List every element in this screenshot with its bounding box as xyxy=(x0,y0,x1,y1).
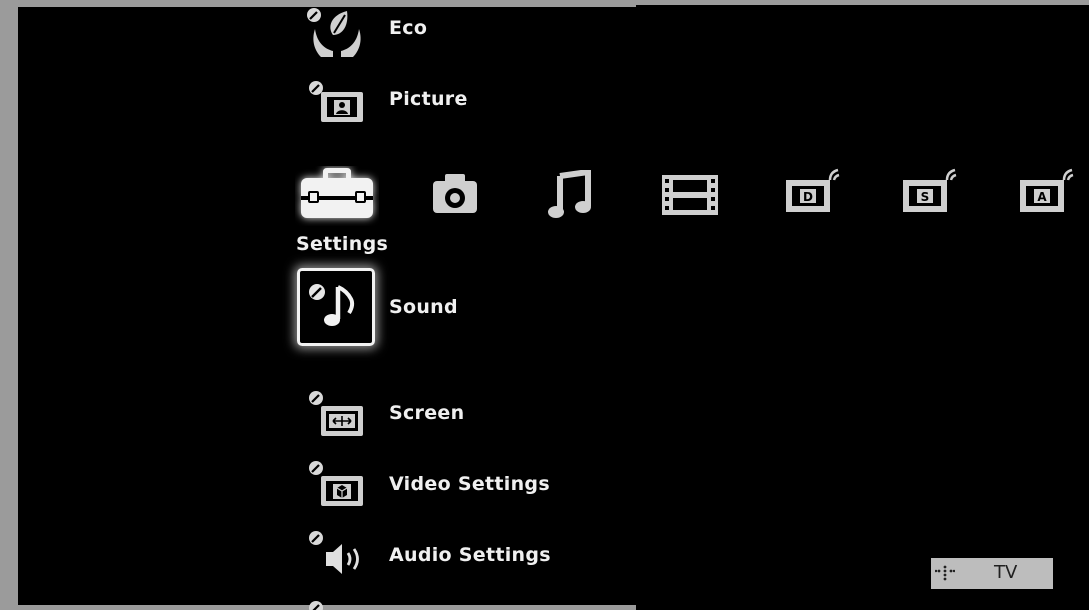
toolbox-icon[interactable] xyxy=(295,166,379,226)
category-settings-label: Settings xyxy=(296,233,389,255)
menu-item-video-settings-label[interactable]: Video Settings xyxy=(389,473,550,495)
input-source-badge: TV xyxy=(931,558,1053,589)
menu-item-screen-label[interactable]: Screen xyxy=(389,402,464,424)
tv-d-icon[interactable]: D xyxy=(784,164,844,216)
frame-border-left xyxy=(0,0,18,610)
sound-note-icon[interactable] xyxy=(305,279,365,335)
tv-s-icon[interactable]: S xyxy=(901,164,961,216)
tv-a-letter: A xyxy=(1037,190,1047,204)
menu-item-audio-settings-label[interactable]: Audio Settings xyxy=(389,544,551,566)
frame-border-top-right xyxy=(636,0,1089,5)
audio-settings-icon[interactable] xyxy=(306,528,366,578)
menu-item-eco-label[interactable]: Eco xyxy=(389,17,427,39)
screen-icon[interactable] xyxy=(306,388,366,438)
dotted-cross-icon xyxy=(935,565,955,583)
tv-a-icon[interactable]: A xyxy=(1018,164,1078,216)
tv-menu-screen: Eco Picture Settings D S A Sound Screen … xyxy=(0,0,1089,610)
eco-leaf-hands-icon[interactable] xyxy=(303,5,363,57)
tv-d-letter: D xyxy=(803,190,813,204)
picture-icon[interactable] xyxy=(306,78,366,124)
tv-s-letter: S xyxy=(921,190,930,204)
film-strip-icon[interactable] xyxy=(661,174,719,216)
camera-icon[interactable] xyxy=(431,172,479,216)
input-source-label: TV xyxy=(994,562,1018,583)
menu-item-picture-label[interactable]: Picture xyxy=(389,88,468,110)
music-note-icon[interactable] xyxy=(548,170,592,220)
next-item-wrench-icon xyxy=(306,598,326,610)
video-settings-icon[interactable] xyxy=(306,458,366,508)
menu-item-sound-label[interactable]: Sound xyxy=(389,296,458,318)
